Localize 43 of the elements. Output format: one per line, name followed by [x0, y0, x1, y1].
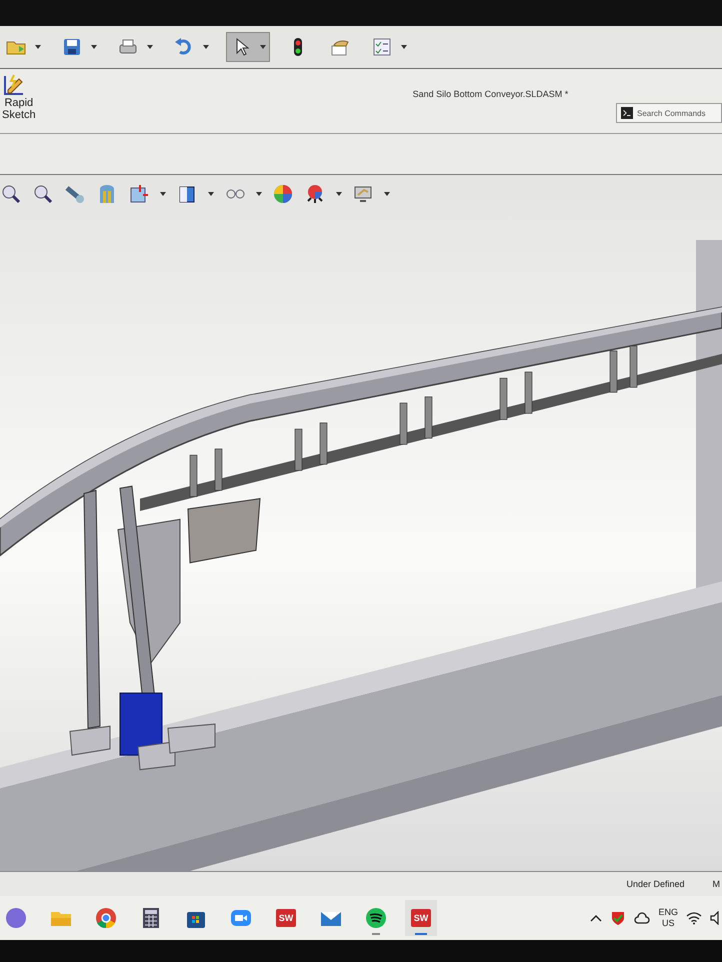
hide-show-icon: [224, 188, 246, 200]
caret-icon: [35, 45, 41, 49]
sketch-pencil-icon: [2, 73, 26, 97]
search-field[interactable]: Search Commands: [637, 108, 717, 118]
caret-icon: [91, 45, 97, 49]
zoom-area-icon: [32, 183, 54, 205]
caret-icon: [384, 192, 390, 196]
previous-view-icon: [64, 183, 86, 205]
speaker-icon[interactable]: [710, 911, 720, 925]
view-tool-button[interactable]: [32, 183, 54, 205]
circle-icon: [4, 906, 28, 930]
toolbar-button[interactable]: [226, 32, 270, 62]
status-text: Under Defined: [626, 879, 684, 889]
cloud-icon[interactable]: [634, 912, 650, 924]
music-icon: [364, 906, 388, 930]
command-prompt-icon: [621, 106, 633, 120]
window-title: Sand Silo Bottom Conveyor.SLDASM *: [412, 89, 568, 99]
taskbar-app-button[interactable]: SW: [270, 900, 302, 936]
view-tool-button[interactable]: [128, 183, 166, 205]
caret-icon: [401, 45, 407, 49]
caret-icon: [147, 45, 153, 49]
search-box[interactable]: Search Commands: [616, 103, 722, 123]
view-tool-button[interactable]: [224, 188, 262, 200]
caret-icon: [208, 192, 214, 196]
chevron-up-icon[interactable]: [590, 914, 602, 922]
caret-icon: [256, 192, 262, 196]
appearance-icon: [272, 183, 294, 205]
taskbar-app-button[interactable]: SW: [405, 900, 437, 936]
save-icon: [61, 36, 83, 58]
shield-icon[interactable]: [610, 910, 626, 926]
view-tool-button[interactable]: [0, 183, 22, 205]
units-text[interactable]: M: [712, 879, 720, 889]
language-indicator[interactable]: ENG US: [658, 907, 678, 929]
zoom-fit-icon: [0, 183, 22, 205]
caret-icon: [260, 45, 266, 49]
caret-icon: [160, 192, 166, 196]
rapid-sketch-button[interactable]: Rapid Sketch: [0, 69, 38, 125]
checklist-icon: [371, 36, 393, 58]
wifi-icon[interactable]: [686, 911, 702, 925]
browser-icon: [94, 906, 118, 930]
caret-icon: [203, 45, 209, 49]
caret-icon: [336, 192, 342, 196]
view-orient-icon: [128, 183, 150, 205]
